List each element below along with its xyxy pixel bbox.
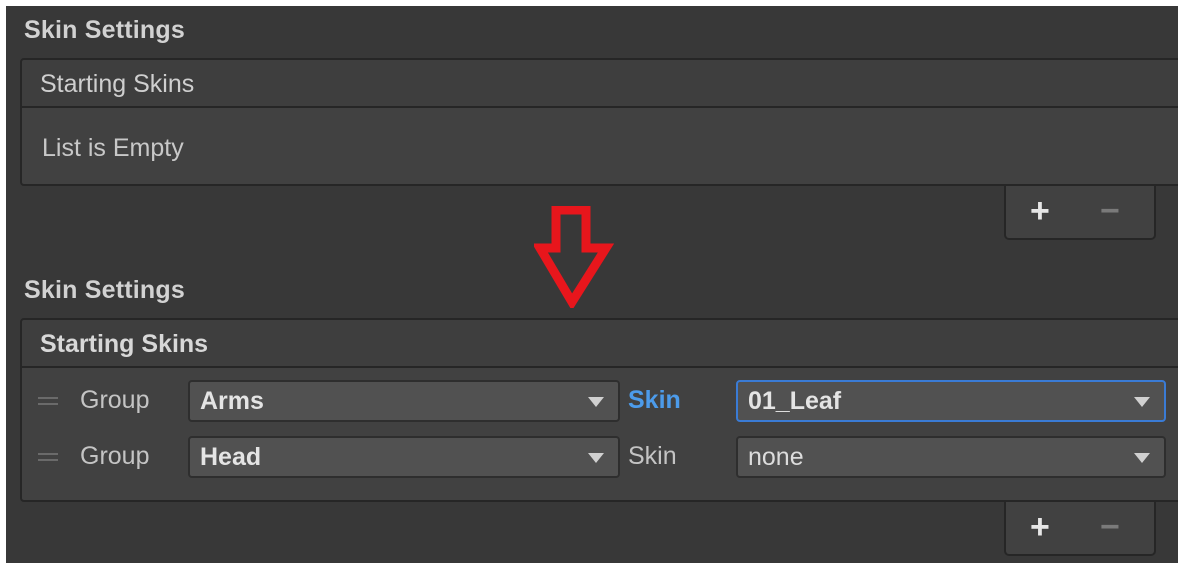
list-header-after[interactable]: Starting Skins	[20, 318, 1178, 368]
chevron-down-icon	[1134, 453, 1150, 463]
drag-handle-icon[interactable]	[38, 397, 58, 405]
skin-value: 01_Leaf	[748, 387, 842, 415]
chevron-down-icon	[588, 453, 604, 463]
group-label: Group	[80, 442, 150, 470]
skin-label: Skin	[628, 442, 677, 470]
down-arrow-icon	[534, 206, 614, 308]
list-item: Group Arms Skin 01_Leaf	[22, 378, 1178, 424]
list-body-after: Group Arms Skin 01_Leaf Group Head Skin …	[20, 368, 1178, 502]
add-element-button[interactable]: +	[1030, 510, 1050, 544]
list-footer-after: + −	[1004, 502, 1156, 556]
remove-element-button[interactable]: −	[1100, 510, 1120, 544]
list-footer-before: + −	[1004, 186, 1156, 240]
section-title-before: Skin Settings	[24, 16, 185, 44]
list-header-before[interactable]: Starting Skins	[20, 58, 1178, 108]
section-title-after: Skin Settings	[24, 276, 185, 304]
drag-handle-icon[interactable]	[38, 453, 58, 461]
group-dropdown[interactable]: Head	[188, 436, 620, 478]
skin-dropdown[interactable]: 01_Leaf	[736, 380, 1166, 422]
group-value: Arms	[200, 387, 264, 415]
empty-list-text: List is Empty	[42, 134, 184, 162]
group-dropdown[interactable]: Arms	[188, 380, 620, 422]
list-header-label: Starting Skins	[40, 70, 195, 98]
list-body-before: List is Empty	[20, 108, 1178, 186]
skin-dropdown[interactable]: none	[736, 436, 1166, 478]
chevron-down-icon	[1134, 397, 1150, 407]
list-header-label: Starting Skins	[40, 330, 209, 358]
group-value: Head	[200, 443, 262, 471]
group-label: Group	[80, 386, 150, 414]
chevron-down-icon	[588, 397, 604, 407]
add-element-button[interactable]: +	[1030, 194, 1050, 228]
inspector-panel: Skin Settings Starting Skins List is Emp…	[6, 6, 1178, 563]
skin-value: none	[748, 443, 804, 471]
list-item: Group Head Skin none	[22, 434, 1178, 480]
remove-element-button[interactable]: −	[1100, 194, 1120, 228]
skin-label: Skin	[628, 386, 681, 414]
